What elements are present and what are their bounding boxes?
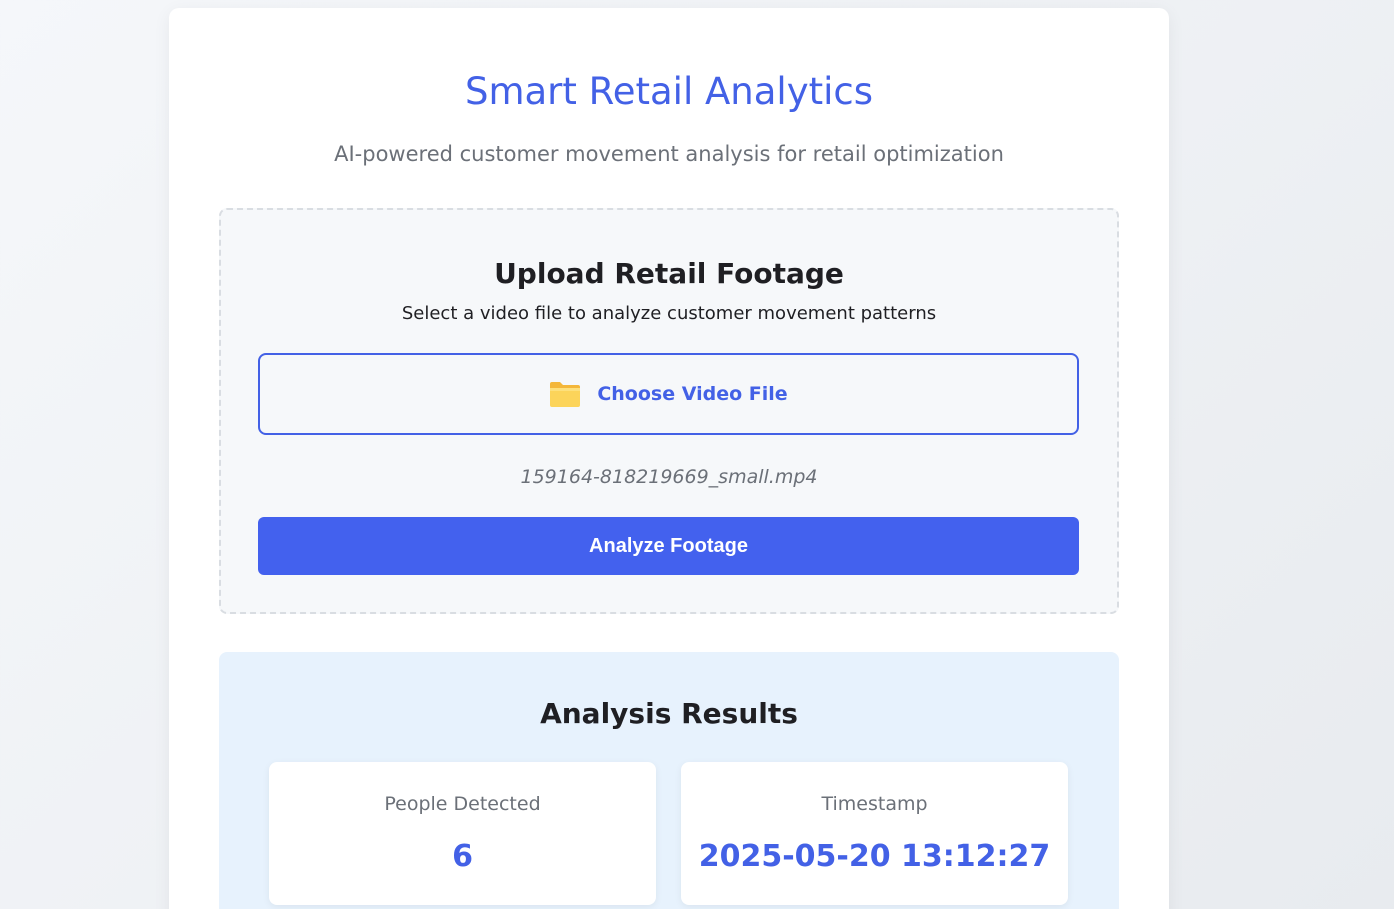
upload-heading: Upload Retail Footage: [494, 257, 844, 290]
analyze-footage-button[interactable]: Analyze Footage: [258, 517, 1079, 575]
page-title: Smart Retail Analytics: [464, 70, 873, 113]
selected-file-name: 159164-818219669_small.mp4: [520, 466, 818, 488]
choose-video-file-button[interactable]: Choose Video File: [258, 353, 1079, 435]
upload-description: Select a video file to analyze customer …: [401, 303, 937, 324]
timestamp-label: Timestamp: [821, 793, 928, 815]
people-detected-label: People Detected: [384, 793, 541, 815]
timestamp-value: 2025-05-20 13:12:27: [698, 839, 1051, 874]
people-detected-value: 6: [452, 839, 473, 874]
page-subtitle: AI-powered customer movement analysis fo…: [334, 142, 1004, 166]
results-heading: Analysis Results: [540, 697, 798, 730]
folder-icon: [549, 380, 581, 408]
main-card: Smart Retail Analytics AI-powered custom…: [169, 8, 1169, 909]
timestamp-card: Timestamp 2025-05-20 13:12:27: [681, 762, 1068, 905]
choose-video-file-label: Choose Video File: [597, 383, 788, 405]
people-detected-card: People Detected 6: [269, 762, 656, 905]
upload-section: Upload Retail Footage Select a video fil…: [219, 208, 1119, 614]
results-section: Analysis Results People Detected 6 Times…: [219, 652, 1119, 909]
